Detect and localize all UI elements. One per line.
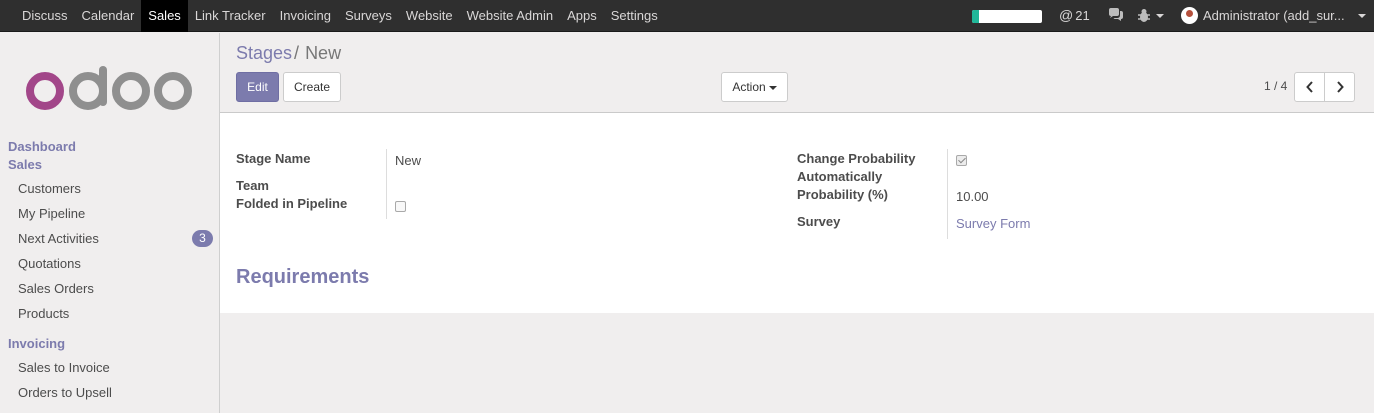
top-navbar: Discuss Calendar Sales Link Tracker Invo… bbox=[0, 0, 1374, 32]
requirements-heading: Requirements bbox=[236, 266, 370, 288]
menu-calendar[interactable]: Calendar bbox=[75, 0, 142, 32]
progress-fill bbox=[972, 10, 979, 23]
breadcrumb: Stages / New bbox=[236, 43, 341, 64]
sidebar-item-sales-orders[interactable]: Sales Orders bbox=[18, 281, 94, 296]
stage-name-label: Stage Name bbox=[236, 151, 311, 166]
breadcrumb-separator: / bbox=[294, 43, 300, 63]
sidebar-section-invoicing[interactable]: Invoicing bbox=[8, 336, 65, 351]
avatar bbox=[1181, 7, 1198, 24]
sidebar-item-my-pipeline[interactable]: My Pipeline bbox=[18, 206, 85, 221]
sidebar-section-dashboard[interactable]: Dashboard bbox=[8, 139, 76, 154]
field-divider bbox=[386, 149, 387, 219]
survey-label: Survey bbox=[797, 214, 841, 229]
sidebar-item-orders-to-upsell[interactable]: Orders to Upsell bbox=[18, 385, 112, 400]
sidebar: Dashboard Sales Customers My Pipeline Ne… bbox=[0, 33, 220, 413]
menu-settings[interactable]: Settings bbox=[604, 0, 665, 32]
menu-discuss[interactable]: Discuss bbox=[15, 0, 75, 32]
edit-button[interactable]: Edit bbox=[236, 72, 279, 102]
menu-link-tracker[interactable]: Link Tracker bbox=[188, 0, 273, 32]
menu-surveys[interactable]: Surveys bbox=[338, 0, 399, 32]
chevron-down-icon bbox=[768, 85, 777, 90]
create-button[interactable]: Create bbox=[283, 72, 341, 102]
user-menu[interactable]: Administrator (add_sur... bbox=[1181, 7, 1345, 24]
mention-count: 21 bbox=[1075, 8, 1090, 23]
menu-invoicing[interactable]: Invoicing bbox=[273, 0, 338, 32]
at-icon: @ bbox=[1059, 7, 1074, 23]
action-label: Action bbox=[732, 80, 766, 94]
survey-link[interactable]: Survey Form bbox=[956, 216, 1030, 231]
menu-website[interactable]: Website bbox=[399, 0, 460, 32]
pager-next-button[interactable] bbox=[1324, 72, 1355, 102]
menu-website-admin[interactable]: Website Admin bbox=[460, 0, 560, 32]
probability-label: Probability (%) bbox=[797, 187, 889, 202]
odoo-logo-icon[interactable] bbox=[25, 66, 195, 112]
sidebar-section-sales[interactable]: Sales bbox=[8, 157, 42, 172]
menu-apps[interactable]: Apps bbox=[560, 0, 604, 32]
breadcrumb-current: New bbox=[305, 43, 342, 63]
planner-progress-bar[interactable] bbox=[972, 10, 1042, 23]
chevron-right-icon bbox=[1336, 81, 1344, 93]
mentions-button[interactable]: @21 bbox=[1059, 7, 1090, 23]
app-menu: Discuss Calendar Sales Link Tracker Invo… bbox=[15, 0, 665, 32]
sidebar-item-customers[interactable]: Customers bbox=[18, 181, 81, 196]
activities-count-badge: 3 bbox=[192, 230, 213, 247]
control-panel: Stages / New Edit Create Action 1 / 4 bbox=[220, 33, 1374, 113]
field-divider bbox=[947, 149, 948, 239]
user-name: Administrator (add_sur... bbox=[1203, 8, 1345, 23]
sidebar-item-next-activities[interactable]: Next Activities bbox=[18, 231, 99, 246]
sidebar-item-sales-to-invoice[interactable]: Sales to Invoice bbox=[18, 360, 110, 375]
change-probability-label-2: Automatically bbox=[797, 169, 883, 184]
form-sheet: Stage Name New Team Folded in Pipeline C… bbox=[220, 113, 1374, 313]
stage-name-value: New bbox=[395, 153, 422, 168]
chevron-down-icon[interactable] bbox=[1358, 14, 1366, 18]
probability-value: 10.00 bbox=[956, 189, 989, 204]
sidebar-item-quotations[interactable]: Quotations bbox=[18, 256, 81, 271]
sidebar-item-products[interactable]: Products bbox=[18, 306, 69, 321]
chevron-left-icon bbox=[1305, 81, 1313, 93]
pager-previous-button[interactable] bbox=[1294, 72, 1325, 102]
breadcrumb-parent-link[interactable]: Stages bbox=[236, 43, 292, 63]
change-probability-label: Change Probability bbox=[797, 151, 916, 166]
chat-icon[interactable] bbox=[1108, 8, 1124, 25]
folded-in-pipeline-label: Folded in Pipeline bbox=[236, 196, 348, 211]
menu-sales[interactable]: Sales bbox=[141, 0, 188, 32]
pager-value[interactable]: 1 / 4 bbox=[1264, 79, 1287, 93]
bug-icon[interactable] bbox=[1137, 8, 1151, 26]
action-dropdown-button[interactable]: Action bbox=[721, 72, 788, 102]
chevron-down-icon[interactable] bbox=[1156, 14, 1164, 18]
change-probability-checkbox bbox=[956, 155, 967, 166]
folded-in-pipeline-checkbox bbox=[395, 201, 406, 212]
team-label: Team bbox=[236, 178, 269, 193]
